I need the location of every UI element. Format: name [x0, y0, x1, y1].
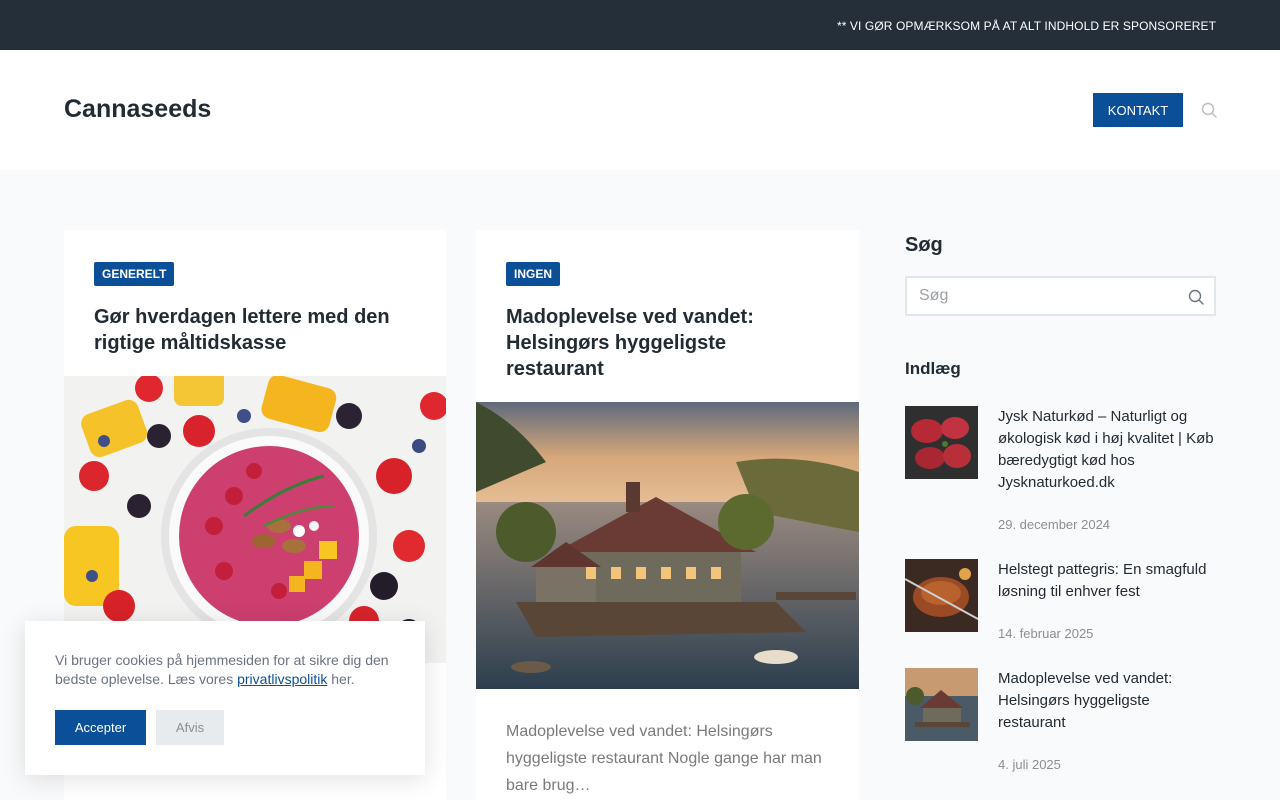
recent-post-title[interactable]: Madoplevelse ved vandet: Helsingørs hygg… — [998, 668, 1216, 734]
restaurant-waterfront-image — [476, 402, 859, 689]
category-badge[interactable]: GENERELT — [94, 262, 175, 286]
cookie-banner: Vi bruger cookies på hjemmesiden for at … — [25, 621, 425, 775]
sidebar-search-box — [905, 276, 1216, 316]
post-title[interactable]: Madoplevelse ved vandet: Helsingørs hygg… — [506, 304, 806, 382]
recent-post-item[interactable]: Jysk Naturkød – Naturligt og økologisk k… — [905, 406, 1216, 536]
recent-post-date: 4. juli 2025 — [998, 757, 1061, 772]
sponsored-notice: ** VI GØR OPMÆRKSOM PÅ AT ALT INDHOLD ER… — [836, 19, 1216, 33]
posts-heading: Indlæg — [905, 359, 961, 378]
post-image[interactable] — [476, 402, 859, 689]
post-thumbnail[interactable] — [905, 559, 978, 632]
post-thumbnail[interactable] — [905, 406, 978, 479]
recent-post-item[interactable]: Helstegt pattegris: En smagfuld løsning … — [905, 559, 1216, 649]
recent-post-date: 29. december 2024 — [998, 517, 1111, 532]
post-excerpt: Madoplevelse ved vandet: Helsingørs hygg… — [506, 723, 822, 794]
search-heading: Søg — [905, 234, 943, 256]
recent-post-date: 14. februar 2025 — [998, 626, 1094, 641]
privacy-policy-link[interactable]: privatlivspolitik — [237, 671, 327, 687]
restaurant-thumbnail — [905, 668, 978, 741]
post-thumbnail[interactable] — [905, 668, 978, 741]
accept-cookies-button[interactable]: Accepter — [55, 710, 146, 745]
post-image[interactable] — [64, 376, 446, 663]
recent-post-title[interactable]: Jysk Naturkød – Naturligt og økologisk k… — [998, 406, 1216, 494]
site-header: Cannaseeds KONTAKT — [0, 50, 1280, 170]
search-input[interactable] — [919, 286, 1179, 306]
search-icon[interactable] — [1188, 289, 1204, 305]
roast-pig-thumbnail — [905, 559, 978, 632]
post-card: INGEN Madoplevelse ved vandet: Helsingør… — [476, 230, 859, 800]
contact-button[interactable]: KONTAKT — [1093, 93, 1183, 127]
reject-cookies-button[interactable]: Afvis — [156, 710, 224, 745]
cookie-message-end: her. — [331, 671, 355, 687]
smoothie-bowl-image — [64, 376, 446, 663]
search-icon[interactable] — [1201, 102, 1217, 118]
recent-post-title[interactable]: Helstegt pattegris: En smagfuld løsning … — [998, 559, 1216, 603]
top-notice-bar: ** VI GØR OPMÆRKSOM PÅ AT ALT INDHOLD ER… — [0, 0, 1280, 50]
cookie-text: Vi bruger cookies på hjemmesiden for at … — [55, 651, 400, 689]
site-logo[interactable]: Cannaseeds — [64, 95, 211, 124]
post-title[interactable]: Gør hverdagen lettere med den rigtige må… — [94, 304, 414, 356]
meat-thumbnail — [905, 406, 978, 479]
recent-post-item[interactable]: Madoplevelse ved vandet: Helsingørs hygg… — [905, 668, 1216, 778]
category-badge[interactable]: INGEN — [506, 262, 561, 286]
